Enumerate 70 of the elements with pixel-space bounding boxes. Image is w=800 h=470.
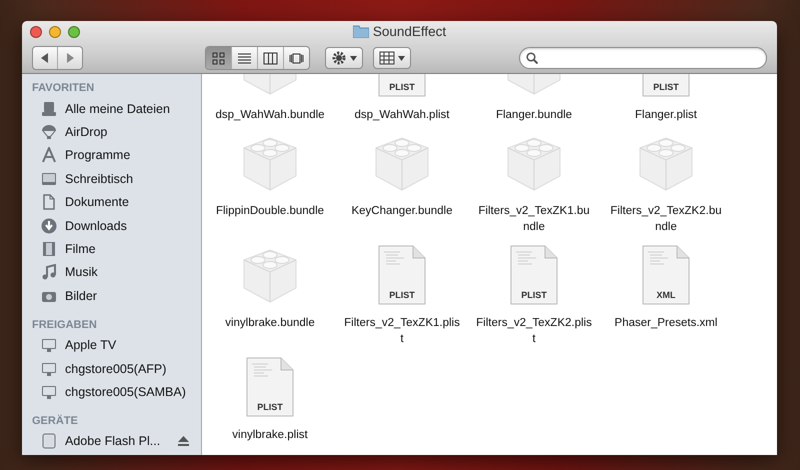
file-name[interactable]: Flanger.plist xyxy=(606,107,726,123)
sidebar-item[interactable]: Apple TV xyxy=(22,334,201,357)
arrange-menu-button[interactable] xyxy=(373,47,411,69)
sidebar-item[interactable]: Schreibtisch xyxy=(22,167,201,191)
search-field[interactable] xyxy=(519,47,767,69)
download-icon xyxy=(41,218,57,234)
file-name[interactable]: vinylbrake.bundle xyxy=(210,315,330,331)
document-icon xyxy=(246,357,294,417)
window-title: SoundEffect xyxy=(372,24,446,39)
file-type-label: PLIST xyxy=(520,290,548,300)
sidebar-item[interactable]: Alle meine Dateien xyxy=(22,97,201,120)
close-button[interactable] xyxy=(30,26,42,38)
gear-icon xyxy=(331,50,347,66)
file-type-label: PLIST xyxy=(652,82,680,92)
document-icon xyxy=(510,245,558,305)
minimize-button[interactable] xyxy=(49,26,61,38)
file-type-label: XML xyxy=(656,290,676,300)
monitor-icon xyxy=(41,360,57,377)
view-mode-button[interactable] xyxy=(206,47,232,69)
file-type-label: PLIST xyxy=(256,402,284,412)
sidebar-item[interactable]: chgstore005(AFP) xyxy=(22,356,201,380)
folder-icon xyxy=(352,25,369,38)
view-mode-icon xyxy=(237,50,252,66)
caret-icon xyxy=(398,56,405,60)
document-icon xyxy=(642,245,690,305)
file-type-label: PLIST xyxy=(388,290,416,300)
sidebar-heading: GERÄTE xyxy=(31,414,79,429)
sidebar-item[interactable]: Musik xyxy=(22,260,201,284)
view-mode-icon xyxy=(263,50,278,66)
sidebar-item[interactable]: Adobe Flash Pl... xyxy=(22,430,201,454)
sidebar-item[interactable]: Filme xyxy=(22,237,201,261)
sidebar-item[interactable]: Dokumente xyxy=(22,190,201,214)
sidebar-item[interactable]: Downloads xyxy=(22,214,201,238)
file-name[interactable]: Flanger.bundle xyxy=(474,107,594,123)
file-name[interactable]: dsp_WahWah.plist xyxy=(342,107,462,123)
file-name[interactable]: Phaser_Presets.xml xyxy=(606,315,726,331)
search-icon xyxy=(526,52,538,64)
drive-icon xyxy=(41,433,57,450)
grid-icon xyxy=(379,51,395,65)
file-name[interactable]: Filters_v2_TexZK2.bundle xyxy=(606,203,726,235)
caret-icon xyxy=(350,56,357,60)
file-name[interactable]: vinylbrake.plist xyxy=(210,427,330,443)
monitor-icon xyxy=(41,384,57,400)
sidebar-item[interactable]: AirDrop xyxy=(22,120,201,144)
zoom-button[interactable] xyxy=(68,26,80,38)
sidebar-heading: FREIGABEN xyxy=(31,318,98,333)
parachute-icon xyxy=(41,124,57,140)
document-icon xyxy=(378,245,426,305)
film-strip-icon xyxy=(41,241,57,258)
file-name[interactable]: KeyChanger.bundle xyxy=(342,203,462,219)
desktop-icon xyxy=(41,170,57,187)
eject-icon[interactable] xyxy=(178,436,189,446)
file-type-label: PLIST xyxy=(388,82,416,92)
sidebar-heading: FAVORITEN xyxy=(31,81,96,96)
file-name[interactable]: dsp_WahWah.bundle xyxy=(210,107,330,123)
monitor-icon xyxy=(41,337,57,354)
music-note-icon xyxy=(41,264,57,280)
document-icon xyxy=(41,194,57,210)
file-name[interactable]: Filters_v2_TexZK1.plist xyxy=(342,315,462,347)
file-name[interactable]: FlippinDouble.bundle xyxy=(210,203,330,219)
sidebar-item[interactable]: chgstore005(SAMBA) xyxy=(22,380,201,404)
sidebar-item[interactable]: Programme xyxy=(22,144,201,168)
view-mode-icon xyxy=(211,50,226,66)
sidebar-item[interactable]: Bilder xyxy=(22,284,201,308)
view-mode-icon xyxy=(289,50,304,66)
right-triangle-icon xyxy=(66,53,74,63)
action-menu-button[interactable] xyxy=(325,47,363,69)
file-name[interactable]: Filters_v2_TexZK2.plist xyxy=(474,315,594,347)
left-triangle-icon xyxy=(41,53,49,63)
file-name[interactable]: Filters_v2_TexZK1.bundle xyxy=(474,203,594,235)
